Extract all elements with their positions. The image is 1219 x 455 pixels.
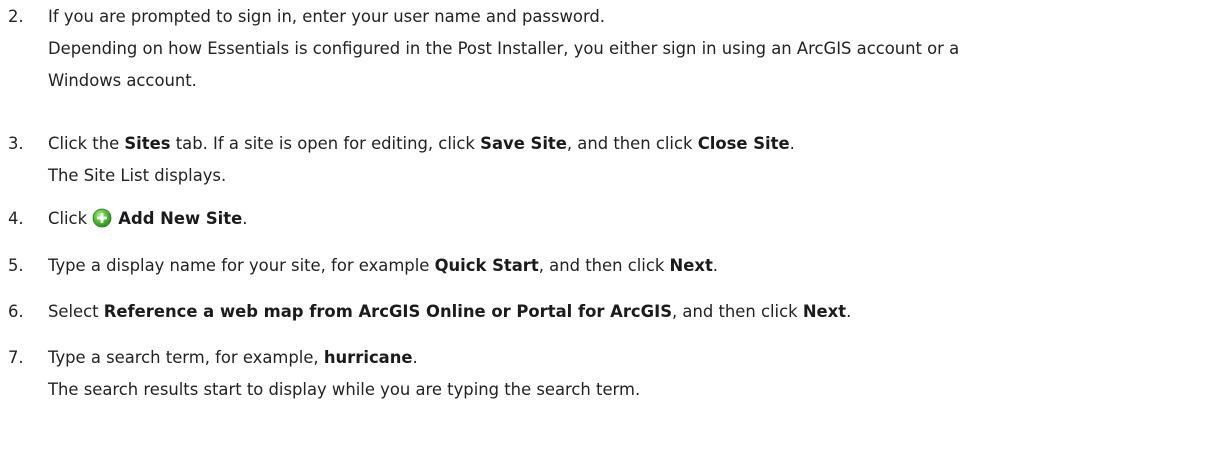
step-number: 6. — [8, 302, 24, 321]
close-site-label: Close Site — [697, 134, 790, 153]
step-text: If you are prompted to sign in, enter yo… — [48, 7, 606, 26]
step-subtext: The Site List displays. — [48, 166, 227, 185]
step-text: Click Add New Site. — [48, 207, 248, 228]
add-circle-icon — [92, 207, 112, 228]
step-text: Click the Sites tab. If a site is open f… — [48, 134, 795, 153]
next-label: Next — [669, 256, 713, 275]
step-number: 3. — [8, 134, 24, 153]
step-3: 3. Click the Sites tab. If a site is ope… — [8, 128, 795, 192]
quick-start-label: Quick Start — [434, 256, 539, 275]
add-new-site-label: Add New Site — [118, 209, 243, 228]
step-text: Type a search term, for example, hurrica… — [48, 348, 418, 367]
step-number: 5. — [8, 256, 24, 275]
next-label: Next — [802, 302, 847, 321]
step-text: Select Reference a web map from ArcGIS O… — [48, 302, 852, 321]
step-subtext: Windows account. — [48, 71, 197, 90]
step-number: 4. — [8, 209, 24, 228]
sites-tab-label: Sites — [124, 134, 171, 153]
reference-web-map-label: Reference a web map from ArcGIS Online o… — [103, 302, 673, 321]
step-subtext: Depending on how Essentials is configure… — [48, 39, 960, 58]
hurricane-label: hurricane — [323, 348, 413, 367]
step-text: Type a display name for your site, for e… — [48, 256, 719, 275]
step-2: 2. If you are prompted to sign in, enter… — [8, 1, 959, 97]
save-site-label: Save Site — [480, 134, 567, 153]
step-number: 7. — [8, 348, 24, 367]
step-number: 2. — [8, 7, 24, 26]
step-subtext: The search results start to display whil… — [48, 380, 641, 399]
step-7: 7. Type a search term, for example, hurr… — [8, 342, 640, 406]
